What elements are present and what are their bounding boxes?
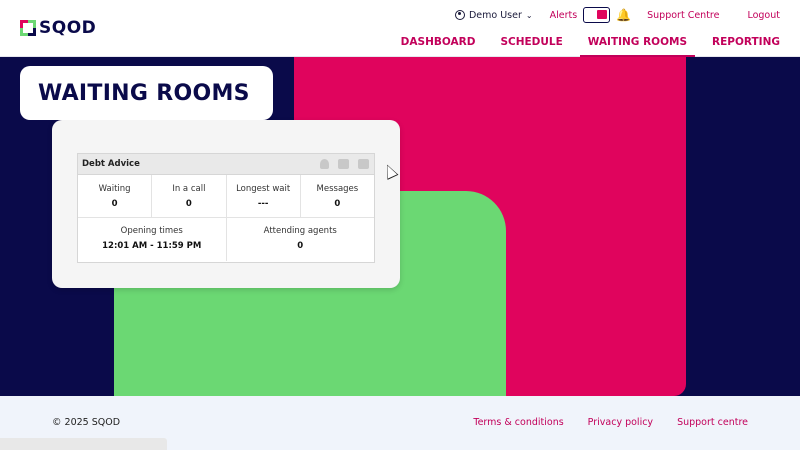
inbox-icon[interactable] (358, 159, 369, 169)
stat-label: Longest wait (236, 184, 291, 194)
user-menu[interactable]: Demo User ⌄ (454, 9, 533, 21)
copyright: © 2025 SQOD (52, 417, 121, 428)
room-stats: Waiting 0 In a call 0 Longest wait --- M… (78, 175, 374, 218)
stat-value: 0 (111, 199, 118, 209)
stat-messages: Messages 0 (301, 175, 374, 217)
opening-times-label: Opening times (120, 226, 183, 236)
sqod-logo[interactable]: SQOD (20, 18, 96, 38)
attending-agents-label: Attending agents (263, 226, 337, 236)
nav-waiting-rooms[interactable]: WAITING ROOMS (579, 36, 696, 57)
support-centre-footer-link[interactable]: Support centre (677, 417, 748, 428)
stat-value: --- (257, 199, 269, 209)
user-circle-icon (454, 10, 465, 20)
header: SQOD Demo User ⌄ Alerts 🔔 Support Centre… (0, 0, 800, 57)
footer-links: Terms & conditions Privacy policy Suppor… (449, 417, 748, 428)
chevron-down-icon: ⌄ (525, 10, 533, 20)
stat-label: Waiting (98, 184, 131, 194)
logo-mark-icon (20, 20, 36, 36)
logo-text: SQOD (39, 18, 97, 38)
stat-value: 0 (185, 199, 192, 209)
footer: © 2025 SQOD Terms & conditions Privacy p… (0, 396, 800, 450)
stat-value: 0 (334, 199, 341, 209)
opening-times-value: 12:01 AM - 11:59 PM (102, 241, 202, 251)
alerts-label: Alerts (549, 9, 578, 21)
room-info: Opening times 12:01 AM - 11:59 PM Attend… (78, 218, 374, 261)
room-header: Debt Advice (78, 154, 374, 175)
user-name: Demo User (468, 9, 522, 21)
stat-in-a-call: In a call 0 (152, 175, 227, 217)
nav-reporting[interactable]: REPORTING (712, 36, 780, 56)
attending-agents-value: 0 (297, 241, 304, 251)
support-centre-link[interactable]: Support Centre (647, 10, 719, 21)
attending-agents: Attending agents 0 (227, 218, 375, 261)
page-title-card: WAITING ROOMS (20, 66, 273, 120)
page-title: WAITING ROOMS (38, 80, 250, 106)
stat-label: In a call (172, 184, 206, 194)
alerts-toggle[interactable] (583, 7, 611, 23)
stat-label: Messages (316, 184, 359, 194)
opening-times: Opening times 12:01 AM - 11:59 PM (78, 218, 227, 261)
privacy-link[interactable]: Privacy policy (588, 417, 653, 428)
nav-schedule[interactable]: SCHEDULE (500, 36, 562, 56)
nav-dashboard[interactable]: DASHBOARD (401, 36, 476, 56)
waiting-room-card: Debt Advice Waiting 0 In a call 0 Longes… (52, 120, 400, 288)
bell-icon[interactable]: 🔔 (616, 8, 631, 22)
chat-add-icon[interactable] (338, 159, 349, 169)
logout-link[interactable]: Logout (747, 10, 780, 21)
stat-longest-wait: Longest wait --- (227, 175, 301, 217)
room-actions (311, 159, 374, 169)
top-utility-bar: Demo User ⌄ Alerts 🔔 Support Centre Logo… (454, 7, 780, 23)
waiting-room-panel[interactable]: Debt Advice Waiting 0 In a call 0 Longes… (77, 153, 375, 263)
main-nav: DASHBOARD SCHEDULE WAITING ROOMS REPORTI… (376, 36, 780, 57)
room-name: Debt Advice (82, 159, 140, 169)
person-icon[interactable] (320, 159, 329, 169)
stat-waiting: Waiting 0 (78, 175, 153, 217)
terms-link[interactable]: Terms & conditions (473, 417, 563, 428)
browser-status-bar (0, 438, 167, 450)
